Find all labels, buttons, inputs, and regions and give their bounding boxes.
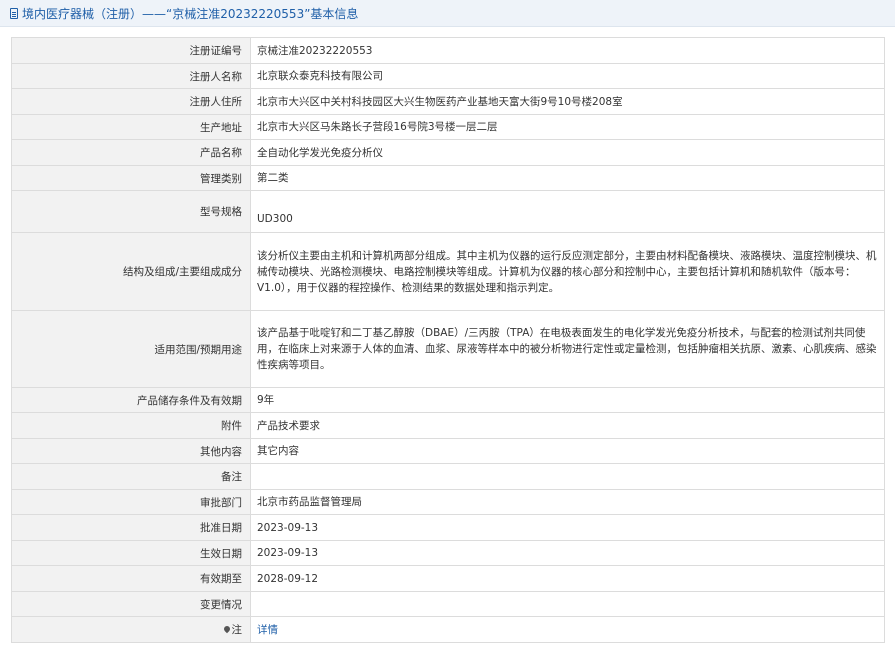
row-label-other-content: 其他内容 — [11, 438, 251, 464]
table-row: 批准日期 2023-09-13 — [11, 514, 885, 541]
row-label-storage-validity: 产品储存条件及有效期 — [11, 387, 251, 413]
row-value-intended-use: 该产品基于吡啶钌和二丁基乙醇胺（DBAE）/三丙胺（TPA）在电极表面发生的电化… — [250, 310, 885, 388]
row-label-approval-date: 批准日期 — [11, 514, 251, 541]
row-value-valid-until: 2028-09-12 — [250, 565, 885, 592]
row-value-remarks — [250, 463, 885, 490]
row-value-production-address: 北京市大兴区马朱路长子营段16号院3号楼一层二层 — [250, 114, 885, 140]
row-value-product-name: 全自动化学发光免疫分析仪 — [250, 139, 885, 166]
row-label-attachment: 附件 — [11, 412, 251, 439]
table-row: 其他内容 其它内容 — [11, 438, 885, 464]
note-label-text: 注 — [231, 624, 243, 636]
page-title-bar: 境内医疗器械（注册）——“京械注准20232220553”基本信息 — [0, 0, 895, 27]
row-value-attachment: 产品技术要求 — [250, 412, 885, 439]
page-title: 境内医疗器械（注册）——“京械注准20232220553”基本信息 — [22, 6, 359, 21]
pin-icon — [222, 624, 231, 634]
table-row: 附件 产品技术要求 — [11, 412, 885, 439]
row-value-change-history — [250, 591, 885, 617]
row-label-note: 注 — [11, 616, 251, 643]
row-value-approval-department: 北京市药品监督管理局 — [250, 489, 885, 515]
table-row: 注 详情 — [11, 616, 885, 643]
row-label-change-history: 变更情况 — [11, 591, 251, 617]
row-label-intended-use: 适用范围/预期用途 — [11, 310, 251, 388]
row-value-registration-number: 京械注准20232220553 — [250, 37, 885, 64]
table-row: 有效期至 2028-09-12 — [11, 565, 885, 592]
table-row: 注册证编号 京械注准20232220553 — [11, 37, 885, 64]
table-row: 产品名称 全自动化学发光免疫分析仪 — [11, 139, 885, 166]
row-label-registrant-name: 注册人名称 — [11, 63, 251, 89]
table-row: 注册人住所 北京市大兴区中关村科技园区大兴生物医药产业基地天富大街9号10号楼2… — [11, 88, 885, 115]
row-label-structure-composition: 结构及组成/主要组成成分 — [11, 232, 251, 311]
row-value-effective-date: 2023-09-13 — [250, 540, 885, 566]
row-label-production-address: 生产地址 — [11, 114, 251, 140]
row-label-model-spec: 型号规格 — [11, 190, 251, 233]
row-label-registration-number: 注册证编号 — [11, 37, 251, 64]
row-value-structure-composition: 该分析仪主要由主机和计算机两部分组成。其中主机为仪器的运行反应测定部分，主要由材… — [250, 232, 885, 311]
row-value-management-category: 第二类 — [250, 165, 885, 191]
table-row: 产品储存条件及有效期 9年 — [11, 387, 885, 413]
row-label-approval-department: 审批部门 — [11, 489, 251, 515]
row-label-management-category: 管理类别 — [11, 165, 251, 191]
row-value-approval-date: 2023-09-13 — [250, 514, 885, 541]
row-label-registrant-address: 注册人住所 — [11, 88, 251, 115]
table-row: 结构及组成/主要组成成分 该分析仪主要由主机和计算机两部分组成。其中主机为仪器的… — [11, 232, 885, 311]
row-value-other-content: 其它内容 — [250, 438, 885, 464]
table-row: 注册人名称 北京联众泰克科技有限公司 — [11, 63, 885, 89]
row-value-note: 详情 — [250, 616, 885, 643]
table-row: 生效日期 2023-09-13 — [11, 540, 885, 566]
row-value-storage-validity: 9年 — [250, 387, 885, 413]
table-row: 备注 — [11, 463, 885, 490]
table-row: 型号规格 UD300 — [11, 190, 885, 233]
table-row: 生产地址 北京市大兴区马朱路长子营段16号院3号楼一层二层 — [11, 114, 885, 140]
document-icon — [10, 7, 18, 19]
row-label-product-name: 产品名称 — [11, 139, 251, 166]
table-row: 变更情况 — [11, 591, 885, 617]
row-value-registrant-name: 北京联众泰克科技有限公司 — [250, 63, 885, 89]
row-value-registrant-address: 北京市大兴区中关村科技园区大兴生物医药产业基地天富大街9号10号楼208室 — [250, 88, 885, 115]
table-row: 审批部门 北京市药品监督管理局 — [11, 489, 885, 515]
table-row: 管理类别 第二类 — [11, 165, 885, 191]
table-row: 适用范围/预期用途 该产品基于吡啶钌和二丁基乙醇胺（DBAE）/三丙胺（TPA）… — [11, 310, 885, 388]
device-info-table: 注册证编号 京械注准20232220553 注册人名称 北京联众泰克科技有限公司… — [11, 37, 885, 643]
row-value-model-spec: UD300 — [250, 190, 885, 233]
row-label-effective-date: 生效日期 — [11, 540, 251, 566]
row-label-valid-until: 有效期至 — [11, 565, 251, 592]
row-label-remarks: 备注 — [11, 463, 251, 490]
details-link[interactable]: 详情 — [257, 624, 278, 636]
